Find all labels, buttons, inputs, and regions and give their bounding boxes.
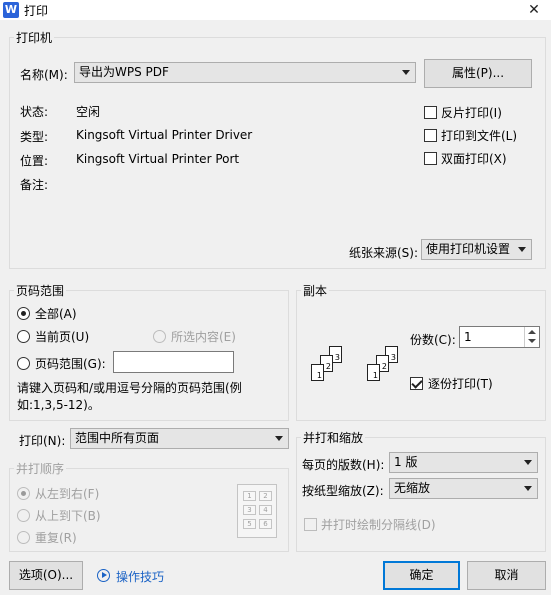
order-repeat-radio[interactable] (17, 531, 30, 544)
reverse-print-label[interactable]: 反片打印(I) (441, 104, 502, 121)
wps-app-icon: W (3, 2, 19, 18)
play-tips-icon[interactable] (97, 569, 110, 582)
zoom-group-title: 并打和缩放 (301, 429, 366, 446)
spinner-arrows-icon[interactable] (524, 327, 539, 347)
pages-per-sheet-label: 每页的版数(H): (302, 458, 385, 472)
print-to-file-label[interactable]: 打印到文件(L) (441, 127, 517, 144)
options-button[interactable]: 选项(O)... (9, 561, 83, 590)
chevron-down-icon (518, 247, 526, 252)
printer-name-select[interactable]: 导出为WPS PDF (74, 62, 416, 83)
range-current-label[interactable]: 当前页(U) (35, 328, 89, 345)
ok-button[interactable]: 确定 (383, 561, 460, 590)
copies-group-title: 副本 (301, 282, 330, 299)
copies-count-input[interactable]: 1 (459, 326, 540, 348)
copies-count-value: 1 (464, 330, 472, 344)
window-title: 打印 (24, 4, 49, 18)
range-hint-text: 请键入页码和/或用逗号分隔的页码范围(例如:1,3,5-12)。 (17, 381, 242, 412)
collate-checkbox[interactable] (410, 377, 423, 390)
chevron-down-icon (275, 436, 283, 441)
tips-link[interactable]: 操作技巧 (116, 568, 164, 585)
order-left-right-radio[interactable] (17, 487, 30, 500)
copies-stack-page: 1 (367, 364, 380, 381)
order-preview-cell: 5 (243, 519, 256, 529)
comment-label: 备注: (20, 178, 49, 192)
scale-label: 按纸型缩放(Z): (302, 484, 384, 498)
chevron-down-icon (402, 70, 410, 75)
range-all-radio[interactable] (17, 307, 30, 320)
type-value: Kingsoft Virtual Printer Driver (76, 128, 253, 142)
duplex-print-checkbox[interactable] (424, 152, 437, 165)
print-what-select[interactable]: 范围中所有页面 (70, 428, 289, 449)
chevron-down-icon (524, 486, 532, 491)
reverse-print-checkbox[interactable] (424, 106, 437, 119)
scale-select[interactable]: 无缩放 (389, 478, 538, 499)
location-label: 位置: (20, 154, 49, 168)
range-pages-radio[interactable] (17, 357, 30, 370)
scale-value: 无缩放 (394, 481, 431, 495)
order-group-title: 并打顺序 (14, 460, 67, 477)
print-what-value: 范围中所有页面 (75, 431, 160, 445)
status-value: 空闲 (76, 105, 101, 119)
printer-group-title: 打印机 (14, 29, 55, 46)
cancel-button[interactable]: 取消 (467, 561, 546, 590)
draw-lines-checkbox[interactable] (304, 518, 317, 531)
order-preview-cell: 3 (243, 505, 256, 515)
printer-name-value: 导出为WPS PDF (79, 65, 169, 79)
order-repeat-label[interactable]: 重复(R) (35, 529, 77, 546)
order-preview-cell: 2 (259, 491, 272, 501)
title-bar (0, 0, 551, 20)
order-top-bottom-label[interactable]: 从上到下(B) (35, 507, 101, 524)
chevron-down-icon (524, 460, 532, 465)
location-value: Kingsoft Virtual Printer Port (76, 152, 240, 166)
order-preview-cell: 6 (259, 519, 272, 529)
range-pages-label[interactable]: 页码范围(G): (35, 355, 106, 372)
print-to-file-checkbox[interactable] (424, 129, 437, 142)
print-what-label: 打印(N): (19, 434, 66, 448)
printer-name-label: 名称(M): (20, 68, 68, 82)
paper-source-value: 使用打印机设置 (426, 242, 511, 256)
duplex-print-label[interactable]: 双面打印(X) (441, 150, 507, 167)
range-all-label[interactable]: 全部(A) (35, 305, 77, 322)
range-selection-label[interactable]: 所选内容(E) (171, 328, 236, 345)
order-top-bottom-radio[interactable] (17, 509, 30, 522)
order-left-right-label[interactable]: 从左到右(F) (35, 485, 99, 502)
pages-per-sheet-select[interactable]: 1 版 (389, 452, 538, 473)
range-pages-input[interactable] (113, 351, 234, 373)
page-range-group-title: 页码范围 (14, 282, 67, 299)
paper-source-select[interactable]: 使用打印机设置 (421, 239, 532, 260)
order-preview-cell: 1 (243, 491, 256, 501)
type-label: 类型: (20, 130, 49, 144)
copies-count-label: 份数(C): (410, 333, 456, 347)
collate-label[interactable]: 逐份打印(T) (428, 375, 493, 392)
status-label: 状态: (20, 105, 49, 119)
paper-source-label: 纸张来源(S): (349, 246, 419, 260)
pages-per-sheet-value: 1 版 (394, 455, 418, 469)
range-current-radio[interactable] (17, 330, 30, 343)
copies-stack-page: 1 (311, 364, 324, 381)
draw-lines-label[interactable]: 并打时绘制分隔线(D) (321, 516, 436, 533)
close-icon[interactable]: ✕ (522, 0, 546, 20)
range-selection-radio[interactable] (153, 330, 166, 343)
properties-button[interactable]: 属性(P)... (424, 59, 532, 88)
order-preview-cell: 4 (259, 505, 272, 515)
